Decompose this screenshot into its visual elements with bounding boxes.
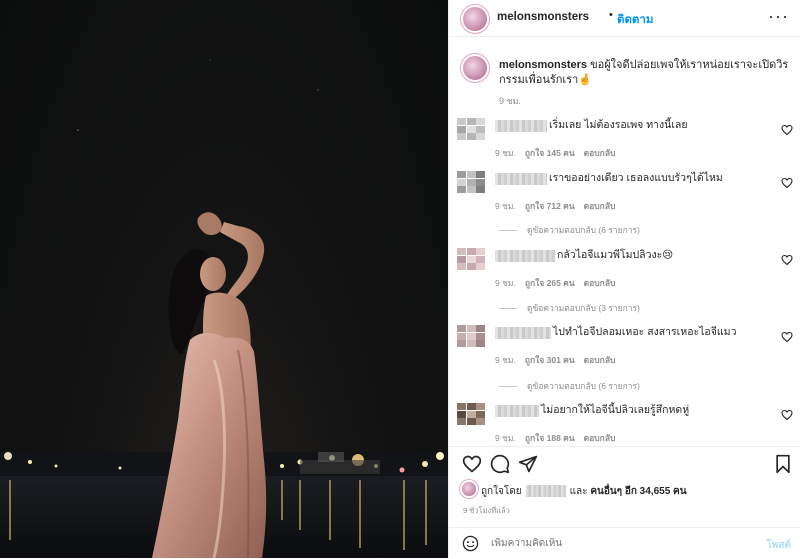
comment-reply-button[interactable]: ตอบกลับ	[584, 355, 616, 365]
comment-reply-button[interactable]: ตอบกลับ	[584, 148, 616, 158]
comment-item: กลัวไอจีแมวพีโมปลิวงะ😢 9 ชม. ถูกใจ 265 คน ต…	[449, 248, 800, 308]
commenter-name-blurred[interactable]	[495, 120, 547, 132]
view-replies-link[interactable]: ดูข้อความตอบกลับ (6 รายการ)	[499, 223, 640, 237]
comment-heart-icon[interactable]	[781, 331, 793, 343]
commenter-avatar-blurred[interactable]	[457, 171, 485, 193]
commenter-avatar-blurred[interactable]	[457, 248, 485, 270]
view-replies-label: ดูข้อความตอบกลับ (3 รายการ)	[527, 303, 640, 313]
caption-username[interactable]: melonsmonsters	[499, 59, 587, 71]
replies-line	[499, 308, 517, 310]
heart-icon[interactable]	[462, 454, 482, 474]
comment-like-count[interactable]: ถูกใจ 145 คน	[525, 148, 575, 158]
comments-scroll-area[interactable]: melonsmonsters ขอผู้ใจดีปล่อยเพจให้เราหน…	[449, 38, 800, 446]
comment-reply-button[interactable]: ตอบกลับ	[584, 201, 616, 211]
liker-avatar[interactable]	[462, 482, 476, 496]
caption-author-avatar[interactable]	[463, 56, 487, 80]
action-bar	[449, 446, 800, 481]
separator-dot: •	[609, 9, 613, 21]
comment-meta: 9 ชม. ถูกใจ 265 คน ตอบกลับ	[495, 276, 624, 290]
comment-like-count[interactable]: ถูกใจ 188 คน	[525, 433, 575, 443]
commenter-avatar-blurred[interactable]	[457, 118, 485, 140]
commenter-name-blurred[interactable]	[495, 173, 547, 185]
follow-button[interactable]: ติดตาม	[617, 11, 653, 29]
comment-meta: 9 ชม. ถูกใจ 712 คน ตอบกลับ	[495, 199, 624, 213]
likes-middle: และ	[569, 486, 588, 497]
liker-name-blurred[interactable]	[525, 485, 566, 498]
likes-summary: ถูกใจโดย และ คนอื่นๆ อีก 34,655 คน	[449, 478, 800, 500]
comment-time[interactable]: 9 ชม.	[495, 433, 516, 443]
comment-heart-icon[interactable]	[781, 409, 793, 421]
caption-timestamp: 9 ชม.	[499, 96, 522, 106]
likes-text[interactable]: ถูกใจโดย และ คนอื่นๆ อีก 34,655 คน	[481, 484, 687, 499]
comment-text: ไม่อยากให้ไอจีนี้ปลิวเลยรู้สึกหดหู่	[541, 404, 690, 416]
view-replies-label: ดูข้อความตอบกลับ (6 รายการ)	[527, 381, 640, 391]
comment-item: ไปทำไอจีปลอมเหอะ สงสารเหอะไอจีแมว 9 ชม. ถู…	[449, 325, 800, 385]
comment-text: เราขออย่างเดียว เธอลงแบบรัวๆได้ไหม	[549, 172, 723, 184]
add-comment-bar: โพสต์	[449, 527, 800, 559]
author-avatar[interactable]	[463, 7, 487, 31]
smiley-icon[interactable]	[462, 535, 479, 552]
post-header: melonsmonsters • ติดตาม ···	[449, 0, 800, 37]
author-username[interactable]: melonsmonsters	[497, 11, 589, 23]
comment-text: เริ่มเลย ไม่ต้องรอเพจ ทางนี้เลย	[549, 119, 688, 131]
view-replies-label: ดูข้อความตอบกลับ (6 รายการ)	[527, 225, 640, 235]
post-side-panel: melonsmonsters • ติดตาม ··· melonsmonste…	[448, 0, 800, 558]
instagram-post-viewer: melonsmonsters • ติดตาม ··· melonsmonste…	[0, 0, 800, 558]
replies-line	[499, 386, 517, 388]
comment-meta: 9 ชม. ถูกใจ 301 คน ตอบกลับ	[495, 353, 624, 367]
bookmark-icon[interactable]	[773, 454, 793, 474]
post-photo[interactable]	[0, 0, 448, 558]
comment-item: เราขออย่างเดียว เธอลงแบบรัวๆได้ไหม 9 ชม. ถ…	[449, 171, 800, 231]
commenter-avatar-blurred[interactable]	[457, 325, 485, 347]
replies-line	[499, 230, 517, 232]
comment-like-count[interactable]: ถูกใจ 265 คน	[525, 278, 575, 288]
comment-heart-icon[interactable]	[781, 254, 793, 266]
commenter-name-blurred[interactable]	[495, 250, 555, 262]
comment-meta: 9 ชม. ถูกใจ 188 คน ตอบกลับ	[495, 431, 624, 445]
paper-plane-icon[interactable]	[518, 454, 538, 474]
comment-bubble-icon[interactable]	[490, 454, 510, 474]
comment-input[interactable]	[491, 538, 731, 549]
comment-meta: 9 ชม. ถูกใจ 145 คน ตอบกลับ	[495, 146, 624, 160]
comment-time[interactable]: 9 ชม.	[495, 148, 516, 158]
comment-like-count[interactable]: ถูกใจ 712 คน	[525, 201, 575, 211]
comment-time[interactable]: 9 ชม.	[495, 201, 516, 211]
post-time-ago: 9 ชั่วโมงที่แล้ว	[463, 506, 510, 515]
commenter-name-blurred[interactable]	[495, 327, 551, 339]
comment-text: กลัวไอจีแมวพีโมปลิวงะ😢	[557, 249, 674, 261]
comment-item: ไม่อยากให้ไอจีนี้ปลิวเลยรู้สึกหดหู่ 9 ชม.…	[449, 403, 800, 446]
more-options-icon[interactable]: ···	[768, 6, 789, 27]
commenter-avatar-blurred[interactable]	[457, 403, 485, 425]
comment-text: ไปทำไอจีปลอมเหอะ สงสารเหอะไอจีแมว	[553, 326, 737, 338]
comment-item: เริ่มเลย ไม่ต้องรอเพจ ทางนี้เลย 9 ชม. ถูกใ…	[449, 118, 800, 178]
post-comment-button[interactable]: โพสต์	[766, 538, 791, 553]
view-replies-link[interactable]: ดูข้อความตอบกลับ (3 รายการ)	[499, 301, 640, 315]
post-caption: melonsmonsters ขอผู้ใจดีปล่อยเพจให้เราหน…	[499, 58, 789, 88]
comment-reply-button[interactable]: ตอบกลับ	[584, 278, 616, 288]
comment-heart-icon[interactable]	[781, 177, 793, 189]
commenter-name-blurred[interactable]	[495, 405, 539, 417]
comment-reply-button[interactable]: ตอบกลับ	[584, 433, 616, 443]
view-replies-link[interactable]: ดูข้อความตอบกลับ (6 รายการ)	[499, 379, 640, 393]
photo-illustration	[0, 59, 448, 558]
comment-like-count[interactable]: ถูกใจ 301 คน	[525, 355, 575, 365]
comment-heart-icon[interactable]	[781, 124, 793, 136]
comment-time[interactable]: 9 ชม.	[495, 278, 516, 288]
comment-time[interactable]: 9 ชม.	[495, 355, 516, 365]
likes-others[interactable]: คนอื่นๆ อีก 34,655 คน	[590, 486, 686, 497]
likes-prefix: ถูกใจโดย	[481, 486, 522, 497]
